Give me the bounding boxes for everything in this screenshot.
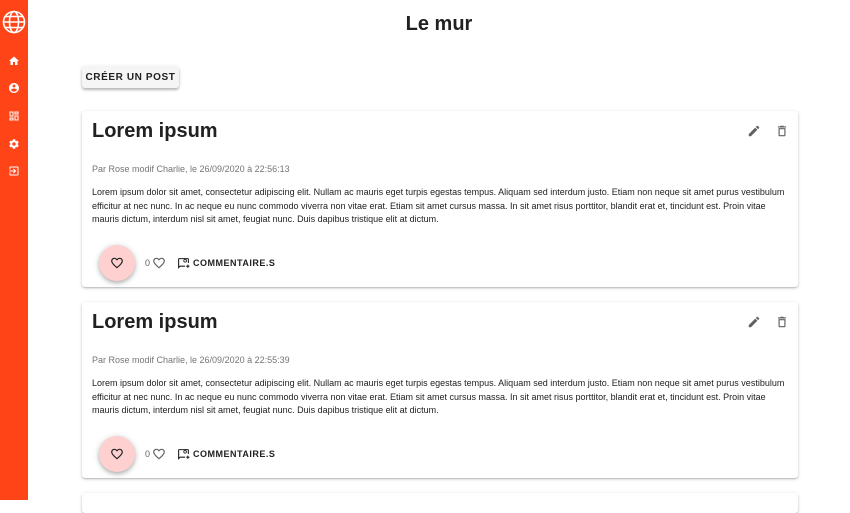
- like-count-value: 0: [145, 449, 151, 459]
- account-circle-icon: [9, 83, 19, 93]
- post-body: Lorem ipsum dolor sit amet, consectetur …: [92, 187, 785, 225]
- settings-icon: [9, 139, 19, 149]
- comment-add-icon: [178, 257, 190, 269]
- logout-icon: [9, 166, 19, 176]
- edit-button[interactable]: [746, 314, 762, 330]
- globe-icon[interactable]: [2, 10, 26, 34]
- comments-label: COMMENTAIRE.S: [193, 258, 276, 268]
- like-count: 0: [145, 255, 166, 271]
- delete-button[interactable]: [774, 314, 790, 330]
- post-title: Lorem ipsum: [92, 120, 218, 142]
- home-icon: [9, 56, 19, 65]
- dashboard-icon: [9, 111, 19, 121]
- edit-icon: [748, 125, 760, 137]
- sidebar: [0, 0, 28, 500]
- sidebar-item-profile[interactable]: [6, 80, 22, 96]
- post-title: Lorem ipsum: [92, 311, 218, 333]
- comments-label: COMMENTAIRE.S: [193, 449, 276, 459]
- heart-outline-icon: [153, 448, 165, 460]
- heart-outline-icon: [111, 448, 123, 460]
- post-card-next: [82, 493, 798, 513]
- post-meta: Par Rose modif Charlie, le 26/09/2020 à …: [92, 355, 290, 365]
- like-count-value: 0: [145, 258, 151, 268]
- create-post-button[interactable]: CRÉER UN POST: [82, 66, 179, 88]
- heart-outline-icon: [111, 257, 123, 269]
- like-button[interactable]: [99, 245, 135, 281]
- edit-icon: [748, 316, 760, 328]
- sidebar-item-settings[interactable]: [6, 136, 22, 152]
- trash-icon: [777, 125, 787, 137]
- comment-add-icon: [178, 448, 190, 460]
- delete-button[interactable]: [774, 123, 790, 139]
- post-meta: Par Rose modif Charlie, le 26/09/2020 à …: [92, 164, 290, 174]
- post-card: Lorem ipsum Par Rose modif Charlie, le 2…: [82, 111, 798, 287]
- post-body: Lorem ipsum dolor sit amet, consectetur …: [92, 378, 785, 416]
- like-button[interactable]: [99, 436, 135, 472]
- sidebar-item-dashboard[interactable]: [6, 108, 22, 124]
- comments-button[interactable]: COMMENTAIRE.S: [177, 255, 275, 271]
- post-card: Lorem ipsum Par Rose modif Charlie, le 2…: [82, 302, 798, 478]
- heart-outline-icon: [153, 257, 165, 269]
- like-count: 0: [145, 446, 166, 462]
- sidebar-item-logout[interactable]: [6, 163, 22, 179]
- trash-icon: [777, 316, 787, 328]
- edit-button[interactable]: [746, 123, 762, 139]
- comments-button[interactable]: COMMENTAIRE.S: [177, 446, 275, 462]
- sidebar-item-home[interactable]: [6, 53, 22, 69]
- page-title: Le mur: [405, 13, 473, 35]
